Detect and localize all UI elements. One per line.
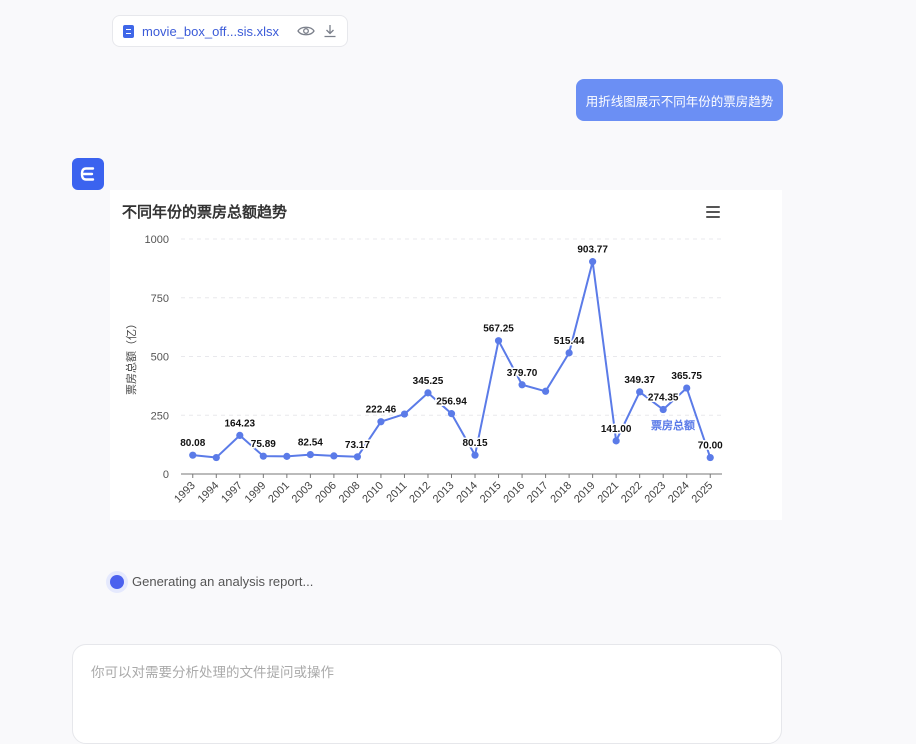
x-tick-label: 2025	[690, 480, 716, 506]
data-label: 567.25	[483, 324, 514, 335]
x-tick-label: 2023	[643, 480, 669, 506]
data-label: 222.46	[366, 405, 397, 416]
x-tick-label: 2016	[501, 480, 527, 506]
data-label: 349.37	[624, 375, 655, 386]
x-tick-label: 2015	[478, 480, 504, 506]
x-tick-label: 2011	[384, 480, 409, 505]
data-point	[706, 453, 714, 462]
data-label: 379.70	[507, 368, 538, 379]
x-tick-label: 2010	[360, 480, 386, 506]
data-point	[330, 452, 338, 460]
data-point	[471, 451, 479, 459]
x-tick-label: 2017	[525, 480, 551, 506]
file-name[interactable]: movie_box_off...sis.xlsx	[142, 24, 289, 39]
status-text: Generating an analysis report...	[132, 574, 314, 589]
data-point	[494, 337, 503, 345]
x-tick-label: 2021	[595, 480, 621, 506]
prompt-input[interactable]	[73, 645, 781, 705]
data-label: 80.08	[180, 438, 205, 449]
y-tick-label: 500	[151, 352, 169, 364]
x-tick-label: 1997	[219, 480, 245, 506]
x-tick-label: 2001	[266, 480, 292, 506]
x-tick-label: 2014	[454, 480, 480, 506]
y-tick-label: 250	[151, 410, 169, 422]
data-point	[612, 437, 620, 445]
x-tick-label: 2024	[666, 480, 692, 506]
data-point	[636, 388, 644, 396]
document-icon	[123, 24, 134, 38]
data-label: 903.77	[577, 245, 608, 256]
line-chart: 0250500750100019931994199719992001200320…	[124, 234, 725, 506]
x-tick-label: 2019	[572, 480, 598, 506]
data-label: 345.25	[413, 376, 444, 387]
data-point	[424, 389, 432, 397]
loading-dot-icon	[110, 574, 124, 589]
eye-icon[interactable]	[297, 25, 315, 37]
x-tick-label: 2012	[407, 480, 433, 506]
data-label: 82.54	[298, 438, 323, 449]
chart-card: 不同年份的票房总额趋势 0 250 500 750 1000 1993 1994 1997 19…	[110, 190, 782, 520]
data-label: 515.44	[554, 336, 585, 347]
data-point	[353, 453, 362, 461]
x-tick-label: 2008	[337, 480, 363, 506]
status-row: Generating an analysis report...	[110, 574, 313, 589]
user-message-bubble: 用折线图展示不同年份的票房趋势	[576, 79, 783, 121]
x-tick-label: 2018	[548, 480, 574, 506]
user-message-text: 用折线图展示不同年份的票房趋势	[585, 94, 774, 109]
x-tick-label: 2022	[619, 480, 645, 506]
y-tick-label: 1000	[145, 234, 169, 246]
data-point	[377, 418, 385, 426]
data-label: 73.17	[345, 440, 370, 451]
data-point	[306, 451, 314, 459]
x-tick-label: 2003	[290, 480, 316, 506]
data-label: 256.94	[436, 397, 467, 408]
y-tick-label: 750	[151, 293, 169, 305]
data-label: 365.75	[671, 371, 702, 382]
x-tick-label: 2013	[431, 480, 457, 506]
data-label: 164.23	[225, 418, 256, 429]
data-label: 274.35	[648, 393, 679, 404]
data-point	[518, 381, 526, 389]
x-tick-label: 1999	[243, 480, 269, 506]
y-axis-title: 票房总额（亿）	[124, 318, 138, 395]
data-label: 80.15	[463, 438, 488, 449]
data-point	[283, 452, 291, 460]
data-point	[400, 410, 409, 418]
data-point	[659, 405, 667, 414]
logo-icon	[72, 158, 104, 190]
x-tick-label: 1993	[172, 480, 198, 506]
data-point	[212, 453, 220, 462]
series-line	[192, 260, 712, 459]
data-point	[236, 431, 244, 440]
data-point	[447, 410, 456, 418]
series-name-label: 票房总额	[651, 418, 695, 432]
download-icon[interactable]	[323, 24, 337, 38]
file-attachment-chip[interactable]: movie_box_off...sis.xlsx	[112, 15, 348, 47]
data-point	[259, 452, 267, 460]
x-tick-label: 2006	[313, 480, 339, 506]
data-point	[589, 258, 597, 266]
data-point	[565, 349, 573, 357]
data-label: 70.00	[698, 441, 723, 452]
x-tick-label: 1994	[196, 480, 222, 506]
data-point	[683, 384, 691, 392]
data-label: 141.00	[601, 424, 632, 435]
data-point	[541, 387, 550, 395]
data-point	[189, 451, 197, 459]
prompt-box[interactable]	[72, 644, 782, 744]
y-tick-label: 0	[163, 469, 169, 481]
data-label: 75.89	[251, 439, 276, 450]
